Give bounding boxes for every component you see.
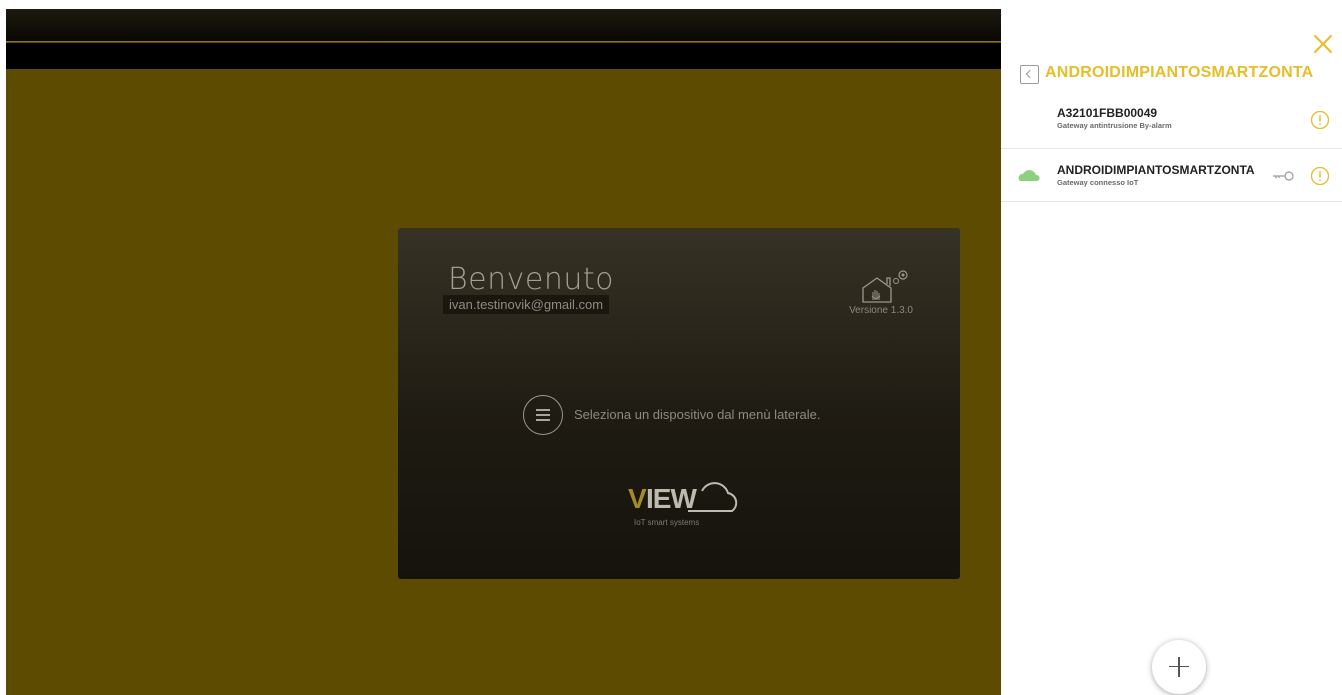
- select-device-hint: Seleziona un dispositivo dal menù latera…: [574, 407, 821, 422]
- info-icon[interactable]: [1310, 166, 1330, 186]
- logo-cloud-icon: [688, 482, 738, 512]
- cloud-icon: [1018, 170, 1040, 181]
- chevron-left-icon[interactable]: [1020, 65, 1039, 84]
- device-subtitle: Gateway connesso IoT: [1057, 178, 1139, 187]
- app-version: Versione 1.3.0: [849, 305, 913, 316]
- key-icon[interactable]: [1271, 170, 1295, 182]
- panel-title: ANDROIDIMPIANTOSMARTZONTA: [1045, 64, 1314, 81]
- info-icon[interactable]: [1310, 110, 1330, 130]
- menu-icon[interactable]: [523, 395, 563, 435]
- device-panel: ANDROIDIMPIANTOSMARTZONTA A32101FBB00049…: [1001, 0, 1342, 695]
- device-row[interactable]: ANDROIDIMPIANTOSMARTZONTA Gateway connes…: [1001, 149, 1342, 202]
- welcome-title: Benvenuto: [448, 262, 614, 297]
- top-bar: [6, 9, 1001, 42]
- device-row[interactable]: A32101FBB00049 Gateway antintrusione By-…: [1001, 96, 1342, 149]
- logo-letter-v: V: [628, 483, 647, 514]
- logo-tagline: IoT smart systems: [634, 518, 700, 527]
- welcome-card: Benvenuto ivan.testinovik@gmail.com Vers…: [398, 228, 960, 579]
- home-settings-icon[interactable]: [853, 266, 915, 306]
- top-bar-secondary: [6, 43, 1001, 69]
- device-name: ANDROIDIMPIANTOSMARTZONTA: [1057, 163, 1255, 177]
- user-email: ivan.testinovik@gmail.com: [443, 295, 610, 314]
- view-logo: V IEW IoT smart systems: [628, 482, 748, 533]
- device-subtitle: Gateway antintrusione By-alarm: [1057, 121, 1172, 130]
- app-area: Benvenuto ivan.testinovik@gmail.com Vers…: [6, 9, 1001, 695]
- device-name: A32101FBB00049: [1057, 106, 1158, 120]
- close-icon[interactable]: [1312, 33, 1334, 55]
- plus-icon[interactable]: [1152, 640, 1206, 694]
